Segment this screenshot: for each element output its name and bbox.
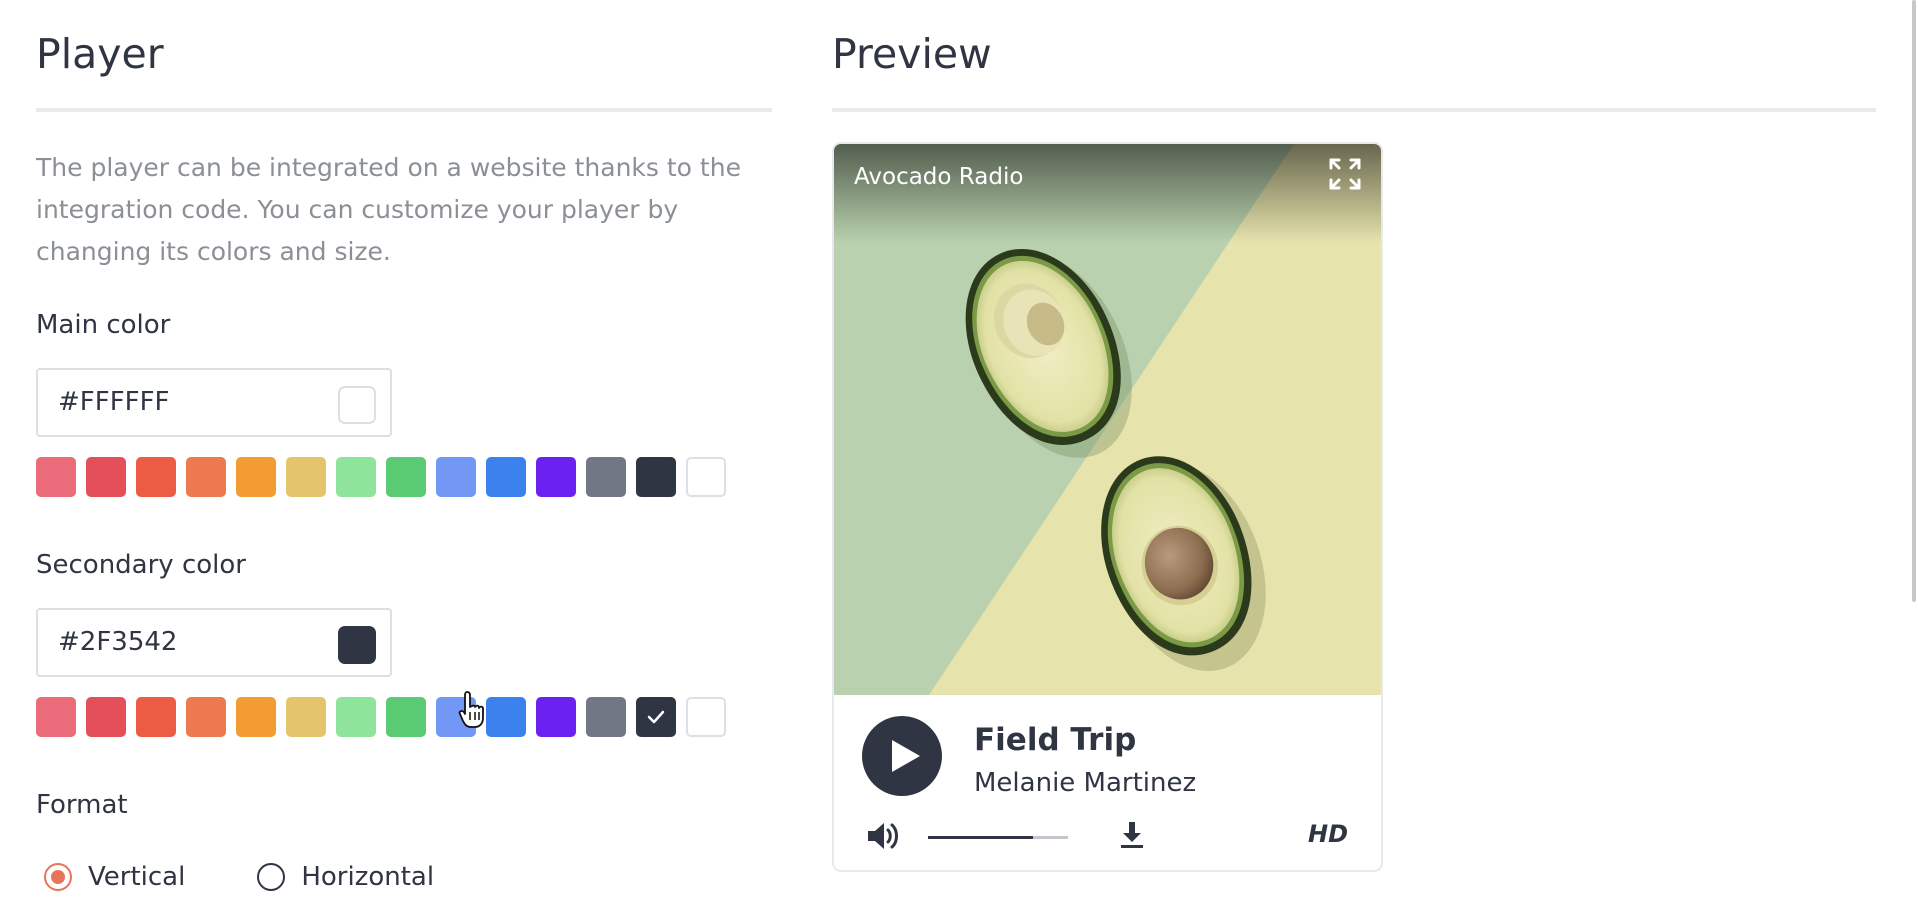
page-scrollbar[interactable]	[1912, 0, 1916, 602]
color-swatch[interactable]	[386, 457, 426, 497]
secondary-color-value: #2F3542	[58, 627, 178, 657]
format-radio-group: Vertical Horizontal	[44, 862, 506, 892]
color-swatch[interactable]	[336, 697, 376, 737]
color-swatch[interactable]	[486, 457, 526, 497]
preview-panel: Preview Avocado Radio Field Trip Melanie…	[832, 0, 1876, 872]
format-option-horizontal[interactable]: Horizontal	[257, 862, 434, 892]
color-swatch[interactable]	[636, 697, 676, 737]
main-color-input[interactable]: #FFFFFF	[36, 368, 392, 437]
player-title: Player	[36, 30, 164, 78]
album-artwork	[834, 144, 1381, 695]
color-swatch[interactable]	[236, 457, 276, 497]
format-option-label: Vertical	[88, 862, 186, 892]
player-settings-panel: Player The player can be integrated on a…	[36, 0, 772, 892]
check-icon	[636, 697, 676, 737]
secondary-color-label: Secondary color	[36, 550, 246, 580]
color-swatch[interactable]	[386, 697, 426, 737]
color-swatch[interactable]	[336, 457, 376, 497]
color-swatch[interactable]	[586, 697, 626, 737]
color-swatch[interactable]	[36, 697, 76, 737]
color-swatch[interactable]	[636, 457, 676, 497]
track-artist: Melanie Martinez	[974, 768, 1197, 798]
volume-slider[interactable]	[928, 836, 1068, 839]
color-swatch[interactable]	[186, 697, 226, 737]
format-label: Format	[36, 790, 128, 820]
color-swatch[interactable]	[686, 697, 726, 737]
main-color-value: #FFFFFF	[58, 387, 170, 417]
color-swatch[interactable]	[36, 457, 76, 497]
color-swatch[interactable]	[586, 457, 626, 497]
volume-level-fill	[928, 836, 1033, 839]
color-swatch[interactable]	[686, 457, 726, 497]
color-swatch[interactable]	[86, 457, 126, 497]
secondary-color-input[interactable]: #2F3542	[36, 608, 392, 677]
format-option-label: Horizontal	[301, 862, 435, 892]
main-color-preview-swatch[interactable]	[338, 386, 376, 424]
color-swatch[interactable]	[136, 457, 176, 497]
volume-icon[interactable]	[866, 819, 902, 853]
radio-vertical[interactable]	[44, 863, 72, 891]
main-color-label: Main color	[36, 310, 171, 340]
download-icon[interactable]	[1119, 820, 1145, 850]
color-swatch[interactable]	[86, 697, 126, 737]
color-swatch[interactable]	[186, 457, 226, 497]
color-swatch[interactable]	[286, 457, 326, 497]
player-card: Avocado Radio Field Trip Melanie Martine…	[832, 142, 1383, 872]
color-swatch[interactable]	[136, 697, 176, 737]
track-title: Field Trip	[974, 722, 1137, 758]
color-swatch[interactable]	[536, 697, 576, 737]
format-option-vertical[interactable]: Vertical	[44, 862, 185, 892]
station-name: Avocado Radio	[854, 164, 1024, 190]
play-button[interactable]	[862, 716, 942, 796]
preview-title: Preview	[832, 30, 992, 78]
main-color-palette	[36, 457, 726, 497]
fullscreen-icon[interactable]	[1327, 156, 1363, 192]
play-icon	[892, 740, 920, 772]
player-title-divider	[36, 108, 772, 112]
color-swatch[interactable]	[286, 697, 326, 737]
player-description: The player can be integrated on a websit…	[36, 153, 741, 266]
color-swatch[interactable]	[436, 457, 476, 497]
color-swatch[interactable]	[536, 457, 576, 497]
preview-title-divider	[832, 108, 1876, 112]
radio-horizontal[interactable]	[257, 863, 286, 891]
secondary-color-preview-swatch[interactable]	[338, 626, 376, 664]
color-swatch[interactable]	[236, 697, 276, 737]
hd-quality-toggle[interactable]: HD	[1308, 820, 1348, 848]
secondary-color-palette	[36, 697, 726, 737]
hand-cursor-icon	[458, 691, 484, 728]
color-swatch[interactable]	[486, 697, 526, 737]
